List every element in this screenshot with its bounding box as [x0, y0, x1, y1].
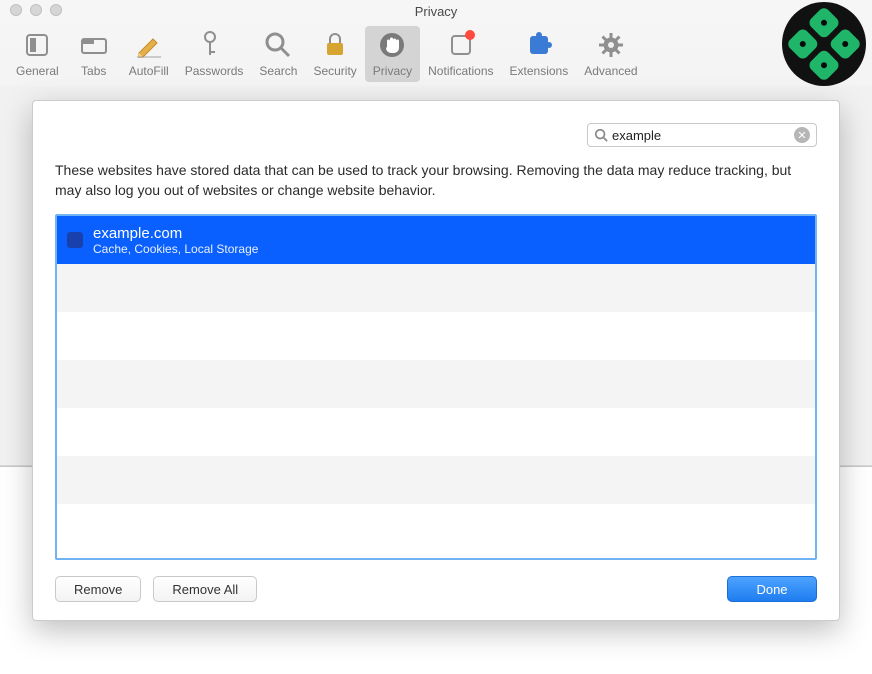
- sheet-description: These websites have stored data that can…: [55, 161, 817, 200]
- toolbar-item-security[interactable]: Security: [305, 26, 364, 82]
- pencil-icon: [131, 28, 167, 62]
- tab-icon: [76, 28, 112, 62]
- toolbar-item-label: Tabs: [81, 64, 106, 78]
- zoom-window-button[interactable]: [50, 4, 62, 16]
- toolbar-item-label: Notifications: [428, 64, 493, 78]
- toolbar-item-label: Advanced: [584, 64, 637, 78]
- lock-icon: [317, 28, 353, 62]
- website-data-list[interactable]: example.comCache, Cookies, Local Storage: [55, 214, 817, 560]
- toolbar-item-general[interactable]: General: [8, 26, 67, 82]
- switch-icon: [19, 28, 55, 62]
- empty-row: [57, 360, 815, 408]
- gear-icon: [593, 28, 629, 62]
- toolbar-item-notifications[interactable]: Notifications: [420, 26, 501, 82]
- close-window-button[interactable]: [10, 4, 22, 16]
- toolbar-item-advanced[interactable]: Advanced: [576, 26, 645, 82]
- toolbar-item-label: Passwords: [185, 64, 244, 78]
- search-icon: [594, 128, 608, 142]
- app-badge-icon: [782, 2, 866, 86]
- minimize-window-button[interactable]: [30, 4, 42, 16]
- website-detail: Cache, Cookies, Local Storage: [93, 242, 258, 256]
- preferences-toolbar: General Tabs AutoFill Passwords Search Securi…: [0, 22, 872, 86]
- empty-row: [57, 504, 815, 552]
- search-input[interactable]: [612, 128, 790, 143]
- puzzle-icon: [521, 28, 557, 62]
- empty-row: [57, 456, 815, 504]
- done-button[interactable]: Done: [727, 576, 817, 602]
- toolbar-item-label: AutoFill: [129, 64, 169, 78]
- site-favicon-icon: [67, 232, 83, 248]
- remove-all-button[interactable]: Remove All: [153, 576, 257, 602]
- toolbar-item-privacy[interactable]: Privacy: [365, 26, 420, 82]
- toolbar-item-label: Extensions: [510, 64, 569, 78]
- toolbar-item-label: Search: [259, 64, 297, 78]
- window-controls[interactable]: [10, 4, 62, 16]
- search-field[interactable]: ✕: [587, 123, 817, 147]
- toolbar-item-tabs[interactable]: Tabs: [67, 26, 121, 82]
- toolbar-item-label: Privacy: [373, 64, 412, 78]
- toolbar-item-search[interactable]: Search: [251, 26, 305, 82]
- website-data-sheet: ✕ These websites have stored data that c…: [32, 100, 840, 621]
- toolbar-item-label: Security: [313, 64, 356, 78]
- titlebar: Privacy: [0, 0, 872, 22]
- empty-row: [57, 264, 815, 312]
- website-domain: example.com: [93, 225, 258, 242]
- key-icon: [196, 28, 232, 62]
- bell-icon: [443, 28, 479, 62]
- empty-row: [57, 408, 815, 456]
- remove-button[interactable]: Remove: [55, 576, 141, 602]
- hand-icon: [374, 28, 410, 62]
- toolbar-item-extensions[interactable]: Extensions: [502, 26, 577, 82]
- toolbar-item-passwords[interactable]: Passwords: [177, 26, 252, 82]
- window-title: Privacy: [415, 4, 458, 19]
- empty-row: [57, 312, 815, 360]
- toolbar-item-label: General: [16, 64, 59, 78]
- clear-search-icon[interactable]: ✕: [794, 127, 810, 143]
- magnifier-icon: [260, 28, 296, 62]
- website-row[interactable]: example.comCache, Cookies, Local Storage: [57, 216, 815, 264]
- toolbar-item-autofill[interactable]: AutoFill: [121, 26, 177, 82]
